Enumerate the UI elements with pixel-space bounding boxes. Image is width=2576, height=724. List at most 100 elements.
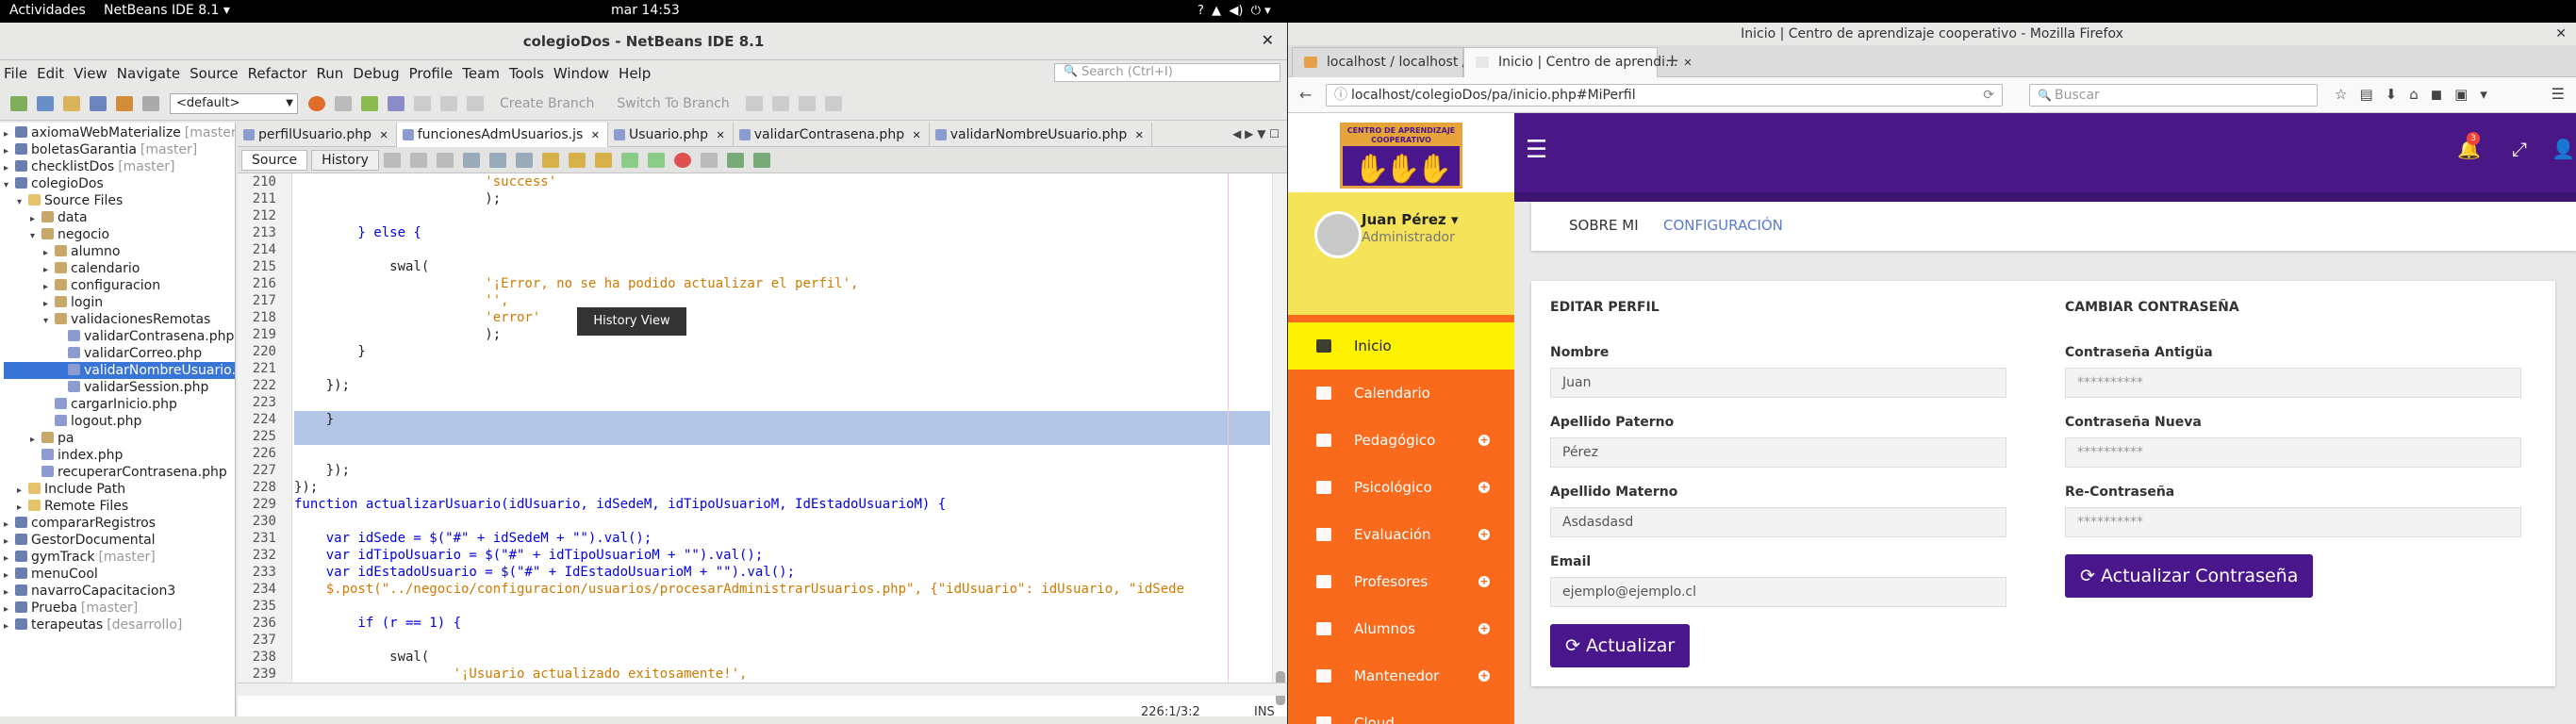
tab-funcionesadmusuarios[interactable]: funcionesAdmUsuarios.js ✕ [396,122,608,147]
tree-item[interactable]: ▸ Remote Files [17,498,128,515]
menu-team[interactable]: Team [462,65,500,82]
reload-icon[interactable]: ⟳ [1983,85,1994,106]
build-icon[interactable] [335,95,352,111]
sidebar-item-cloud[interactable]: Cloud [1288,699,1514,724]
tree-item[interactable]: ▸ compararRegistros [4,515,156,532]
old-password-field[interactable]: ********** [2065,368,2521,398]
menu-refactor[interactable]: Refactor [248,65,307,82]
expand-plus-icon[interactable]: + [1478,435,1490,446]
info-icon[interactable]: ⓘ [1334,85,1347,106]
shift-right-icon[interactable] [647,152,665,168]
tree-item[interactable]: ▸ checklistDos [master] [4,158,175,175]
find-icon[interactable] [462,152,480,168]
horizontal-scrollbar[interactable] [238,683,1287,696]
menu-debug[interactable]: Debug [353,65,399,82]
sidebar-item-inicio[interactable]: Inicio [1288,322,1514,370]
expand-arrow-icon[interactable]: ▾ [4,177,15,194]
menu-source[interactable]: Source [190,65,239,82]
tree-item[interactable]: ▾ colegioDos [4,175,104,192]
last-edit-icon[interactable] [383,152,401,168]
profile-icon[interactable] [414,95,431,111]
find-prev-icon[interactable] [488,152,506,168]
tree-item[interactable]: ▸ login [43,294,103,311]
new-project-icon[interactable] [37,95,54,111]
tree-item[interactable]: ▸ configuracion [43,277,160,294]
new-file-icon[interactable] [10,95,27,111]
tab-sobre-mi[interactable]: SOBRE MI [1569,217,1639,234]
tree-item[interactable]: index.php [30,447,123,464]
tab-usuario[interactable]: Usuario.php ✕ [608,122,734,147]
email-field[interactable]: ejemplo@ejemplo.cl [1550,577,2006,607]
tree-item[interactable]: ▸ terapeutas [desarrollo] [4,617,182,634]
tab-configuracion[interactable]: CONFIGURACIÓN [1663,217,1783,234]
expand-plus-icon[interactable]: + [1478,670,1490,682]
apellido-paterno-field[interactable]: Pérez [1550,437,2006,468]
menu-navigate[interactable]: Navigate [117,65,180,82]
update-password-button[interactable]: ⟳ Actualizar Contraseña [2065,554,2314,598]
tree-item[interactable]: ▸ calendario [43,260,140,277]
tab-validarcontrasena[interactable]: validarContrasena.php ✕ [734,122,930,147]
tab-perfilusuario[interactable]: perfilUsuario.php ✕ [238,122,397,147]
avatar[interactable] [1314,211,1362,258]
menu-file[interactable]: File [4,65,27,82]
debug-icon[interactable] [388,95,405,111]
browser-tab-phpmyadmin[interactable]: localhost / localhost / ...✕ [1292,47,1498,77]
tree-item[interactable]: ▾ validacionesRemotas [43,311,210,328]
new-tab-button[interactable]: + [1665,51,1679,71]
apellido-materno-field[interactable]: Asdasdasd [1550,507,2006,537]
hamburger-menu-icon[interactable]: ☰ [2551,85,2565,103]
name-field[interactable]: Juan [1550,368,2006,398]
expand-arrow-icon[interactable]: ▸ [4,618,15,635]
tree-item[interactable]: validarNombreUsuario.php [4,362,235,379]
user-name[interactable]: Juan Pérez ▾ [1362,211,1459,228]
history-tab[interactable]: History [311,149,379,171]
tree-item[interactable]: ▾ negocio [30,226,109,243]
tree-item[interactable]: ▸ menuCool [4,566,98,583]
site-logo[interactable]: CENTRO DE APRENDIZAJE COOPERATIVO ✋✋✋ [1340,123,1462,189]
forward-icon[interactable] [436,152,454,168]
create-branch-button[interactable]: Create Branch [500,96,594,111]
tree-item[interactable]: ▸ Prueba [master] [4,600,138,617]
next-bookmark-icon[interactable] [594,152,612,168]
shift-left-icon[interactable] [620,152,638,168]
system-tray-icons[interactable]: ? ▲ ◀) ⏻ ▾ [1197,4,1271,18]
menu-window[interactable]: Window [553,65,609,82]
expand-plus-icon[interactable]: + [1478,576,1490,587]
expand-plus-icon[interactable]: + [1478,623,1490,634]
new-password-field[interactable]: ********** [2065,437,2521,468]
sidebar-item-mantenedor[interactable]: Mantenedor + [1288,652,1514,699]
tree-item[interactable]: ▸axiomaWebMaterialize[master] [4,124,235,141]
browser-icon[interactable] [308,95,325,111]
pull-icon[interactable] [771,95,789,111]
tree-item[interactable]: ▸ pa [30,430,74,447]
menu-toggle-icon[interactable]: ☰ [1526,136,1547,164]
comment-icon[interactable] [726,152,744,168]
fetch-icon[interactable] [745,95,763,111]
tree-item[interactable]: ▾ Source Files [17,192,123,209]
expand-arrow-icon[interactable]: ▾ [17,194,28,211]
git-branch-icon[interactable] [467,95,484,111]
menu-tools[interactable]: Tools [509,65,544,82]
tree-item[interactable]: validarCorreo.php [57,345,202,362]
tree-item[interactable]: validarContrasena.php [57,328,234,345]
tree-item[interactable]: recuperarContrasena.php [30,464,227,481]
tree-item[interactable]: ▸ gymTrack [master] [4,549,156,566]
menu-profile[interactable]: Profile [409,65,454,82]
open-project-icon[interactable] [63,95,80,111]
expand-plus-icon[interactable]: + [1478,529,1490,540]
sidebar-item-calendario[interactable]: Calendario [1288,370,1514,417]
redo-icon[interactable] [142,95,159,111]
merge-icon[interactable] [824,95,842,111]
tab-validarnombreusuario[interactable]: validarNombreUsuario.php ✕ [930,122,1152,147]
tree-item[interactable]: cargarInicio.php [43,396,177,413]
sidebar-item-pedagógico[interactable]: Pedagógico + [1288,417,1514,464]
back-icon[interactable] [409,152,427,168]
url-bar[interactable]: localhost/colegioDos/pa/inicio.php#MiPer… [1326,84,2003,107]
sidebar-item-alumnos[interactable]: Alumnos + [1288,605,1514,652]
stop-macro-icon[interactable] [700,152,718,168]
save-all-icon[interactable] [90,95,107,111]
uncomment-icon[interactable] [752,152,770,168]
tree-item[interactable]: ▸ boletasGarantia [master] [4,141,197,158]
record-macro-icon[interactable] [673,152,691,168]
toolbar-icons[interactable]: ☆▤⬇⌂◼▣▾ [2335,86,2500,103]
